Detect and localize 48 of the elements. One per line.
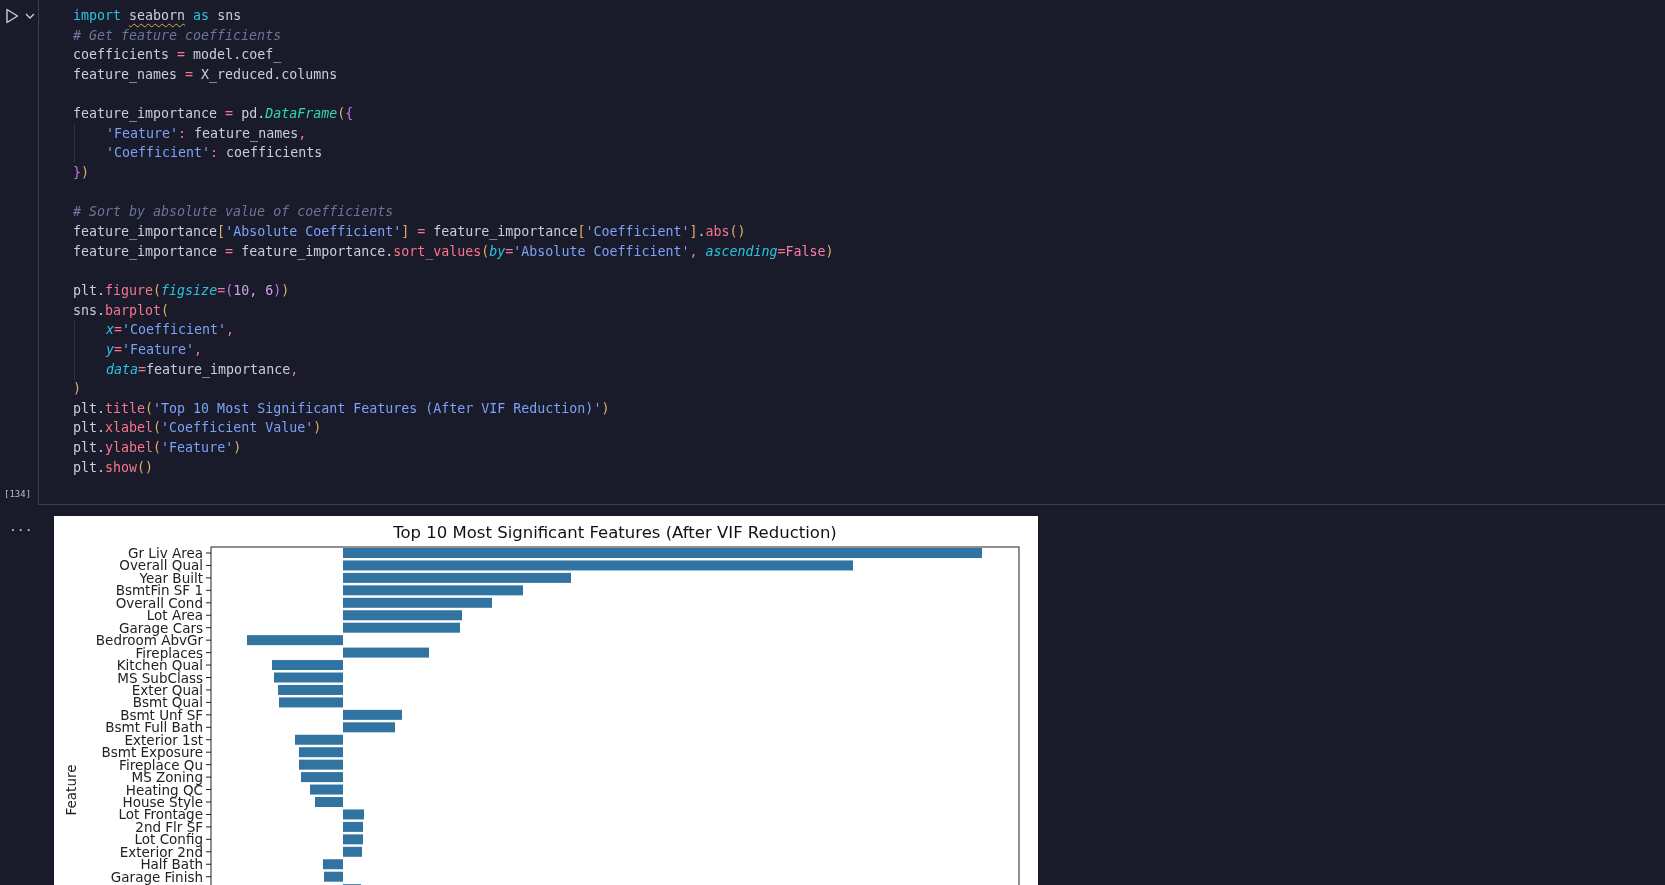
code-line: sns.barplot(: [73, 302, 170, 318]
code-line: plt.figure(figsize=(10, 6)): [73, 282, 290, 298]
chart-bar: [299, 759, 343, 770]
chart-bar: [301, 772, 343, 783]
code-line: plt.title('Top 10 Most Significant Features (After VIF Reduction)'): [73, 400, 610, 416]
run-icon[interactable]: [5, 8, 19, 24]
execution-count: [134]: [3, 489, 33, 501]
chart-bar: [324, 871, 343, 882]
chart-bar: [343, 722, 395, 733]
chevron-icon[interactable]: [25, 12, 35, 20]
chart-bar: [272, 660, 343, 671]
code-line: }): [73, 165, 90, 181]
chart-bar: [343, 709, 402, 720]
chart-bar: [278, 684, 343, 695]
more-actions-icon[interactable]: ...: [0, 522, 33, 532]
chart-bar: [343, 809, 364, 820]
chart-bar: [279, 697, 343, 708]
axis-label: Fireplaces: [135, 644, 203, 661]
chart-bar: [274, 672, 343, 683]
code-line: import seaborn as sns: [73, 8, 242, 23]
code-line: data=feature_importance,: [106, 361, 299, 377]
chart-bar: [343, 834, 363, 845]
code-line: 'Coefficient': coefficients: [106, 145, 323, 161]
code-line: plt.show(): [73, 459, 154, 475]
code-line: feature_names = X_reduced.columns: [73, 66, 338, 82]
code-line: 'Feature': feature_names,: [106, 125, 307, 141]
chart-bar: [343, 846, 362, 857]
code-line: x='Coefficient',: [106, 322, 235, 338]
axis-label: Exterior 1st: [124, 731, 203, 748]
code-line: plt.ylabel('Feature'): [73, 440, 242, 456]
chart-bar: [310, 784, 343, 795]
code-line: coefficients = model.coef_: [73, 47, 282, 63]
code-line: # Get feature coefficients: [73, 27, 282, 43]
code-line: ): [73, 381, 81, 397]
chart-bar: [343, 821, 363, 832]
code-line: # Sort by absolute value of coefficients: [73, 204, 394, 220]
code-line: feature_importance['Absolute Coefficient'] = feature_importance['Coefficient'].abs(): [73, 224, 746, 240]
axis-title: Feature: [63, 764, 79, 816]
chart-bar: [295, 734, 343, 745]
chart-bar: [323, 859, 343, 870]
chart-title: Top 10 Most Significant Features (After VIF Reduction): [393, 523, 837, 542]
code-line: feature_importance = feature_importance.sort_values(by='Absolute Coefficient', ascending=False): [73, 243, 834, 259]
code-line: feature_importance = pd.DataFrame({: [73, 106, 354, 122]
chart-bar: [315, 797, 343, 807]
code-line: y='Feature',: [106, 341, 203, 357]
chart-bar: [299, 747, 343, 758]
axis-label: Garage Finish: [110, 868, 203, 885]
code-line: plt.xlabel('Coefficient Value'): [73, 420, 322, 436]
